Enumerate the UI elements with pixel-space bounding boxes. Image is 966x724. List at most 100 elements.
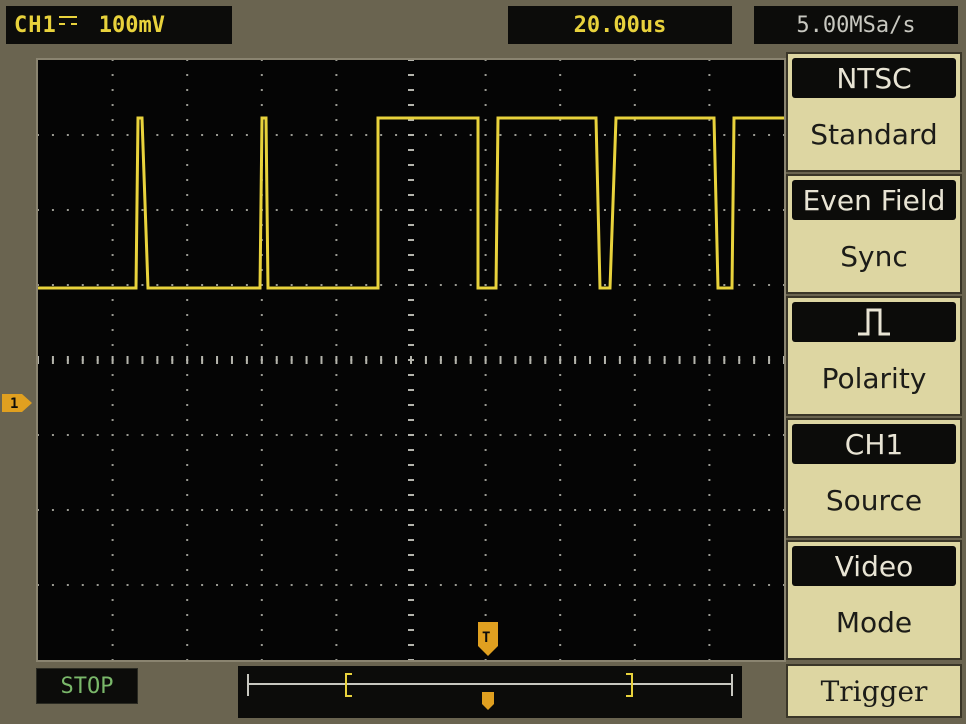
graticule-dot	[648, 284, 651, 286]
center-tick	[408, 539, 414, 541]
center-tick	[408, 60, 414, 61]
graticule-dot	[753, 434, 756, 436]
graticule-dot	[141, 434, 144, 436]
center-tick	[589, 356, 592, 364]
graticule-dot	[335, 539, 338, 541]
graticule-dot	[753, 509, 756, 511]
graticule-dot	[335, 134, 338, 136]
graticule-dot	[633, 74, 636, 76]
timebase-readout: 20.00us	[508, 6, 732, 44]
center-tick	[335, 356, 338, 364]
graticule-dot	[156, 134, 159, 136]
graticule-dot	[633, 149, 636, 151]
graticule-dot	[708, 479, 711, 481]
graticule-dot	[111, 254, 114, 256]
graticule-dot	[589, 434, 592, 436]
graticule-dot	[335, 60, 338, 61]
graticule-dot	[186, 149, 189, 151]
graticule-dot	[708, 134, 711, 136]
graticule-dot	[350, 434, 353, 436]
graticule-dot	[484, 89, 487, 91]
menu-button-sync[interactable]: Even Field Sync	[786, 174, 962, 294]
graticule-dot	[633, 584, 636, 586]
graticule-dot	[260, 569, 263, 571]
graticule-dot	[66, 209, 69, 211]
graticule-dot	[633, 134, 636, 136]
graticule-dot	[335, 224, 338, 226]
graticule-dot	[51, 209, 54, 211]
center-tick	[408, 224, 414, 226]
graticule-dot	[603, 134, 606, 136]
graticule-dot	[81, 284, 84, 286]
trigger-menu-button[interactable]: Trigger	[786, 664, 962, 718]
graticule-dot	[514, 584, 517, 586]
graticule-dot	[335, 314, 338, 316]
menu-button-mode[interactable]: Video Mode	[786, 540, 962, 660]
graticule-dot	[484, 584, 487, 586]
graticule-dot	[484, 524, 487, 526]
graticule-dot	[514, 509, 517, 511]
graticule-dot	[484, 494, 487, 496]
menu-button-polarity[interactable]: Polarity	[786, 296, 962, 416]
graticule-dot	[484, 569, 487, 571]
graticule-dot	[783, 584, 784, 586]
center-tick	[305, 356, 308, 364]
center-tick	[723, 356, 726, 364]
graticule-dot	[484, 284, 487, 286]
trigger-position-icon[interactable]: T	[478, 622, 498, 656]
graticule-dot	[96, 584, 99, 586]
graticule-dot	[439, 134, 442, 136]
graticule-dot	[305, 509, 308, 511]
graticule-dot	[708, 599, 711, 601]
graticule-dot	[395, 209, 398, 211]
graticule-dot	[603, 584, 606, 586]
graticule-dot	[66, 284, 69, 286]
graticule-dot	[335, 344, 338, 346]
graticule-dot	[141, 209, 144, 211]
graticule-dot	[439, 584, 442, 586]
graticule-dot	[111, 479, 114, 481]
graticule-dot	[499, 584, 502, 586]
center-tick	[408, 239, 414, 241]
graticule-dot	[111, 524, 114, 526]
graticule-dot	[201, 434, 204, 436]
center-tick	[633, 356, 636, 364]
graticule-dot	[633, 479, 636, 481]
graticule-dot	[529, 509, 532, 511]
graticule-dot	[484, 164, 487, 166]
graticule-dot	[708, 209, 711, 211]
graticule-dot	[439, 434, 442, 436]
menu-button-source[interactable]: CH1 Source	[786, 418, 962, 538]
graticule-dot	[245, 209, 248, 211]
graticule-dot	[514, 284, 517, 286]
graticule-dot	[559, 539, 562, 541]
graticule-dot	[424, 284, 427, 286]
graticule-dot	[260, 584, 263, 586]
center-tick	[408, 284, 414, 286]
graticule-dot	[708, 269, 711, 271]
graticule-dot	[201, 284, 204, 286]
graticule-dot	[320, 134, 323, 136]
center-tick	[410, 356, 412, 364]
graticule-dot	[633, 569, 636, 571]
graticule-dot	[708, 614, 711, 616]
graticule-dot	[111, 599, 114, 601]
center-tick	[111, 356, 114, 364]
graticule-dot	[365, 134, 368, 136]
graticule-dot	[559, 224, 562, 226]
center-tick	[439, 356, 442, 364]
graticule-dot	[783, 434, 784, 436]
graticule-dot	[753, 584, 756, 586]
graticule-dot	[708, 554, 711, 556]
graticule-dot	[186, 314, 189, 316]
center-tick	[350, 356, 353, 364]
mode-title: Mode	[835, 605, 913, 639]
graticule-dot	[633, 659, 636, 660]
graticule-dot	[559, 299, 562, 301]
graticule-dot	[111, 464, 114, 466]
graticule-dot	[335, 464, 338, 466]
graticule-dot	[633, 389, 636, 391]
menu-button-standard[interactable]: NTSC Standard	[786, 52, 962, 172]
graticule-dot	[395, 284, 398, 286]
ch1-ground-marker-icon[interactable]: 1	[2, 392, 32, 414]
